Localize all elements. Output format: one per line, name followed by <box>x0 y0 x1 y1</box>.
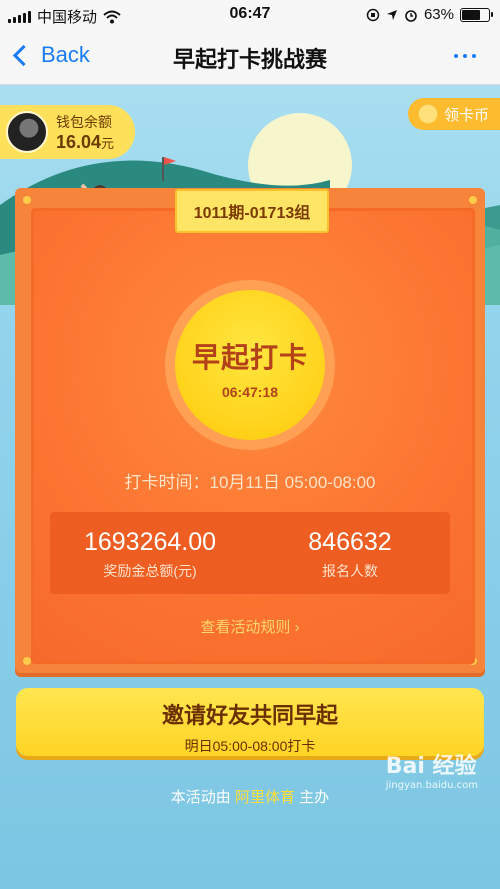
stat-prize-pool: 1693264.00 奖励金总额(元) <box>50 512 250 594</box>
stat-label: 报名人数 <box>322 563 378 579</box>
stat-participants: 846632 报名人数 <box>250 512 450 594</box>
group-tag: 1011期-01713组 <box>175 189 329 233</box>
footer-suffix: 主办 <box>299 789 330 806</box>
wallet-unit: 元 <box>101 135 115 151</box>
checkin-button[interactable]: 早起打卡 06:47:18 <box>175 290 325 440</box>
rivet-icon <box>469 196 477 204</box>
watermark-text: Bai 经验 <box>385 754 477 779</box>
orientation-lock-icon <box>366 8 380 21</box>
rivet-icon <box>23 657 31 665</box>
checkin-ring: 早起打卡 06:47:18 <box>165 280 335 450</box>
checkin-time-text: 打卡时间：10月11日 05:00-08:00 <box>124 473 376 492</box>
footer-prefix: 本活动由 <box>170 789 231 806</box>
nav-bar: Back 早起打卡挑战赛 <box>0 30 500 85</box>
rules-link[interactable]: 查看活动规则 › <box>0 616 500 637</box>
more-menu-button[interactable] <box>454 54 476 58</box>
stats-panel: 1693264.00 奖励金总额(元) 846632 报名人数 <box>50 512 450 594</box>
dot-icon <box>472 54 476 58</box>
dot-icon <box>463 54 467 58</box>
wallet-amount: 16.04 <box>56 131 102 152</box>
invite-friends-button[interactable]: 邀请好友共同早起 明日05:00-08:00打卡 <box>16 688 484 756</box>
coin-icon <box>418 104 438 124</box>
watermark: Bai 经验 jingyan.baidu.com <box>386 748 478 791</box>
alarm-icon <box>405 9 417 22</box>
rivet-icon <box>23 196 31 204</box>
stat-label: 奖励金总额(元) <box>103 563 197 579</box>
status-bar: 中国移动 06:47 63% <box>0 0 500 30</box>
wallet-balance[interactable]: 钱包余额 16.04元 <box>0 105 135 159</box>
get-coins-label: 领卡币 <box>444 106 490 124</box>
dot-icon <box>454 54 458 58</box>
watermark-url: jingyan.baidu.com <box>385 780 478 791</box>
avatar <box>6 111 48 153</box>
battery-label: 63% <box>423 6 454 23</box>
get-coins-button[interactable]: 领卡币 <box>408 98 500 130</box>
battery-icon <box>460 7 493 22</box>
checkin-title: 早起打卡 <box>191 342 308 373</box>
wallet-label: 钱包余额 <box>56 113 112 130</box>
invite-title: 邀请好友共同早起 <box>161 703 338 728</box>
checkin-clock: 06:47:18 <box>221 384 279 400</box>
footer-brand[interactable]: 阿里体育 <box>235 789 295 806</box>
stat-value: 1693264.00 <box>83 528 217 556</box>
page-title: 早起打卡挑战赛 <box>172 47 327 72</box>
stat-value: 846632 <box>308 528 392 556</box>
location-icon <box>386 9 397 20</box>
